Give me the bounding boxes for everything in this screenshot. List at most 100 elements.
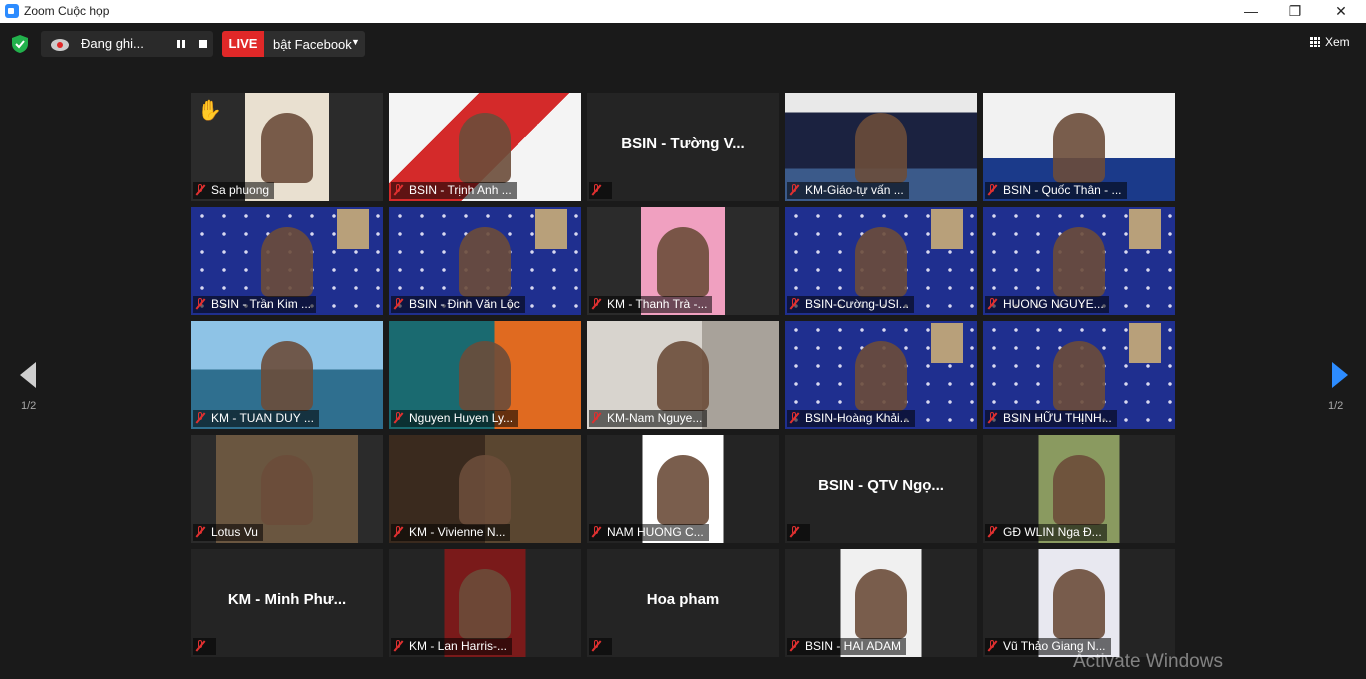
participant-figure bbox=[459, 455, 511, 525]
participant-nameplate: BSIN - Trần Kim ... bbox=[193, 296, 317, 313]
participant-tile[interactable]: Hoa pham bbox=[587, 549, 779, 657]
participant-tile[interactable]: BSIN - Trịnh Anh ... bbox=[389, 93, 581, 201]
participant-figure bbox=[657, 455, 709, 525]
participant-nameplate: GĐ WLIN Nga Đ... bbox=[985, 524, 1107, 541]
participant-name: BSIN HỮU THỊNH... bbox=[1003, 411, 1112, 425]
participant-center-name: Hoa pham bbox=[646, 591, 720, 608]
muted-mic-icon bbox=[195, 412, 205, 424]
muted-mic-icon bbox=[195, 526, 205, 538]
muted-mic-icon bbox=[789, 184, 799, 196]
participant-figure bbox=[657, 227, 709, 297]
participant-figure bbox=[1053, 113, 1105, 183]
participant-nameplate bbox=[589, 182, 612, 199]
participant-tile[interactable]: Nguyen Huyen Ly... bbox=[389, 321, 581, 429]
participant-center-name: BSIN - QTV Ngọ... bbox=[818, 477, 944, 494]
muted-mic-icon bbox=[789, 412, 799, 424]
participant-name: NAM HUONG C... bbox=[607, 525, 704, 539]
participant-tile[interactable]: BSIN-Hoàng Khải... bbox=[785, 321, 977, 429]
network-logo-badge bbox=[337, 209, 369, 249]
participant-tile[interactable]: Lotus Vu bbox=[191, 435, 383, 543]
participant-name: GĐ WLIN Nga Đ... bbox=[1003, 525, 1102, 539]
participant-tile[interactable]: KM-Giáo-tự vấn ... bbox=[785, 93, 977, 201]
participant-tile[interactable]: HUONG NGUYE... bbox=[983, 207, 1175, 315]
muted-mic-icon bbox=[987, 298, 997, 310]
participant-tile[interactable]: BSIN - Đinh Văn Lộc bbox=[389, 207, 581, 315]
participant-nameplate: BSIN-Cường-USI... bbox=[787, 296, 914, 313]
muted-mic-icon bbox=[591, 412, 601, 424]
participant-name: KM - TUAN DUY ... bbox=[211, 411, 314, 425]
muted-mic-icon bbox=[591, 298, 601, 310]
participant-tile[interactable]: KM - Minh Phư... bbox=[191, 549, 383, 657]
participant-center-name: KM - Minh Phư... bbox=[227, 591, 347, 608]
participant-name: Lotus Vu bbox=[211, 525, 258, 539]
participant-name: HUONG NGUYE... bbox=[1003, 297, 1104, 311]
next-page-arrow-icon[interactable] bbox=[1324, 360, 1354, 390]
muted-mic-icon bbox=[789, 640, 799, 652]
participant-name: BSIN - Quốc Thân - ... bbox=[1003, 183, 1122, 197]
participant-figure bbox=[459, 569, 511, 639]
participant-name: BSIN - Trịnh Anh ... bbox=[409, 183, 512, 197]
participant-nameplate: KM-Nam Nguye... bbox=[589, 410, 708, 427]
participant-tile[interactable]: KM - Vivienne N... bbox=[389, 435, 581, 543]
network-logo-badge bbox=[931, 209, 963, 249]
participant-tile[interactable]: KM-Nam Nguye... bbox=[587, 321, 779, 429]
participant-nameplate: KM - Thanh Trà -... bbox=[589, 296, 713, 313]
activate-windows-watermark: Activate Windows bbox=[1073, 651, 1223, 672]
participant-figure bbox=[459, 341, 511, 411]
participant-nameplate: Sa phuong bbox=[193, 182, 275, 199]
participant-figure bbox=[657, 341, 709, 411]
muted-mic-icon bbox=[591, 526, 601, 538]
participant-nameplate: HUONG NGUYE... bbox=[985, 296, 1109, 313]
participant-figure bbox=[855, 113, 907, 183]
muted-mic-icon bbox=[393, 298, 403, 310]
muted-mic-icon bbox=[591, 640, 601, 652]
participant-tile[interactable]: BSIN-Cường-USI... bbox=[785, 207, 977, 315]
muted-mic-icon bbox=[987, 640, 997, 652]
participant-tile[interactable]: ✋ Sa phuong bbox=[191, 93, 383, 201]
participant-figure bbox=[261, 113, 313, 183]
participant-tile[interactable]: BSIN - QTV Ngọ... bbox=[785, 435, 977, 543]
participant-name: Sa phuong bbox=[211, 183, 270, 197]
participant-figure bbox=[459, 227, 511, 297]
participant-nameplate: NAM HUONG C... bbox=[589, 524, 709, 541]
participant-name: BSIN - HAI ADAM bbox=[805, 639, 902, 653]
muted-mic-icon bbox=[987, 184, 997, 196]
participant-tile[interactable]: BSIN - HAI ADAM bbox=[785, 549, 977, 657]
participant-figure bbox=[855, 227, 907, 297]
participant-nameplate: BSIN - Quốc Thân - ... bbox=[985, 182, 1127, 199]
participant-tile[interactable]: NAM HUONG C... bbox=[587, 435, 779, 543]
participant-tile[interactable]: BSIN - Trần Kim ... bbox=[191, 207, 383, 315]
participant-name: BSIN-Hoàng Khải... bbox=[805, 411, 910, 425]
participant-name: KM - Lan Harris-... bbox=[409, 639, 508, 653]
participant-name: BSIN-Cường-USI... bbox=[805, 297, 909, 311]
participant-nameplate: KM - Vivienne N... bbox=[391, 524, 511, 541]
participant-figure bbox=[261, 455, 313, 525]
muted-mic-icon bbox=[195, 298, 205, 310]
participant-tile[interactable]: KM - Thanh Trà -... bbox=[587, 207, 779, 315]
participant-figure bbox=[855, 341, 907, 411]
participant-name: KM - Thanh Trà -... bbox=[607, 297, 708, 311]
participant-tile[interactable]: BSIN - Tường V... bbox=[587, 93, 779, 201]
previous-page-arrow-icon[interactable] bbox=[16, 360, 46, 390]
participant-figure bbox=[1053, 455, 1105, 525]
network-logo-badge bbox=[931, 323, 963, 363]
participant-tile[interactable]: BSIN - Quốc Thân - ... bbox=[983, 93, 1175, 201]
participant-name: BSIN - Trần Kim ... bbox=[211, 297, 312, 311]
participant-tile[interactable]: BSIN HỮU THỊNH... bbox=[983, 321, 1175, 429]
muted-mic-icon bbox=[987, 412, 997, 424]
gallery-view: ✋ Sa phuong BSIN - Trịnh Anh ... BSIN - Tườ… bbox=[0, 0, 1366, 679]
participant-tile[interactable]: Vũ Thảo Giang N... bbox=[983, 549, 1175, 657]
participant-nameplate: BSIN - HAI ADAM bbox=[787, 638, 907, 655]
muted-mic-icon bbox=[393, 184, 403, 196]
muted-mic-icon bbox=[591, 184, 601, 196]
participant-figure bbox=[261, 341, 313, 411]
muted-mic-icon bbox=[393, 640, 403, 652]
muted-mic-icon bbox=[195, 184, 205, 196]
participant-name: BSIN - Đinh Văn Lộc bbox=[409, 297, 520, 311]
participant-figure bbox=[459, 113, 511, 183]
muted-mic-icon bbox=[393, 412, 403, 424]
participant-tile[interactable]: KM - Lan Harris-... bbox=[389, 549, 581, 657]
participant-tile[interactable]: GĐ WLIN Nga Đ... bbox=[983, 435, 1175, 543]
network-logo-badge bbox=[1129, 323, 1161, 363]
participant-tile[interactable]: KM - TUAN DUY ... bbox=[191, 321, 383, 429]
